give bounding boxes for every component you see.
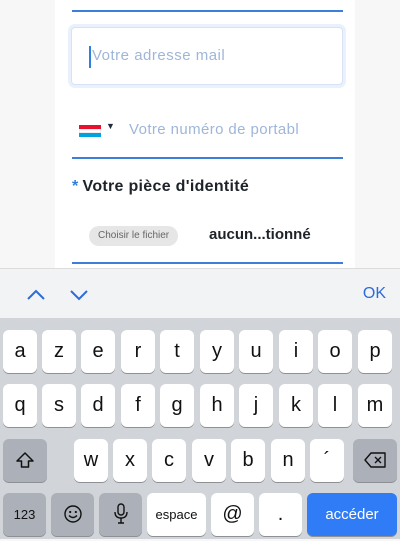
- key-j[interactable]: j: [239, 384, 273, 427]
- web-page: Votre adresse mail ▼ Votre numéro de por…: [0, 0, 400, 268]
- emoji-icon: [63, 505, 82, 523]
- key-t[interactable]: t: [160, 330, 194, 373]
- shift-icon: [16, 452, 34, 468]
- id-document-label-text: Votre pièce d'identité: [82, 178, 250, 195]
- key-h[interactable]: h: [200, 384, 234, 427]
- key-f[interactable]: f: [121, 384, 155, 427]
- microphone-icon: [113, 503, 128, 524]
- key-a[interactable]: a: [3, 330, 37, 373]
- done-button[interactable]: OK: [363, 285, 386, 303]
- at-key[interactable]: @: [211, 493, 254, 536]
- emoji-key[interactable]: [51, 493, 94, 536]
- key-v[interactable]: v: [192, 439, 226, 482]
- dot-key[interactable]: .: [259, 493, 302, 536]
- key-g[interactable]: g: [160, 384, 194, 427]
- go-key[interactable]: accéder: [307, 493, 397, 536]
- key-p[interactable]: p: [358, 330, 392, 373]
- file-status-text: aucun...tionné: [209, 226, 311, 243]
- on-screen-keyboard: a z e r t y u i o p q s d f g h j k l m …: [0, 318, 400, 539]
- text-cursor: [89, 46, 91, 68]
- phone-field[interactable]: Votre numéro de portabl: [129, 121, 299, 138]
- key-u[interactable]: u: [239, 330, 273, 373]
- key-n[interactable]: n: [271, 439, 305, 482]
- country-dropdown-icon[interactable]: ▼: [106, 121, 115, 131]
- chevron-up-icon[interactable]: [24, 283, 48, 307]
- backspace-icon: [364, 452, 386, 468]
- key-l[interactable]: l: [318, 384, 352, 427]
- space-key[interactable]: espace: [147, 493, 206, 536]
- key-x[interactable]: x: [113, 439, 147, 482]
- key-d[interactable]: d: [81, 384, 115, 427]
- key-s[interactable]: s: [42, 384, 76, 427]
- numbers-key[interactable]: 123: [3, 493, 46, 536]
- key-w[interactable]: w: [74, 439, 108, 482]
- field-divider-top: [72, 10, 343, 12]
- key-e[interactable]: e: [81, 330, 115, 373]
- key-o[interactable]: o: [318, 330, 352, 373]
- key-i[interactable]: i: [279, 330, 313, 373]
- email-placeholder: Votre adresse mail: [92, 47, 226, 64]
- key-m[interactable]: m: [358, 384, 392, 427]
- key-z[interactable]: z: [42, 330, 76, 373]
- flag-luxembourg-icon[interactable]: [79, 125, 101, 137]
- choose-file-button[interactable]: Choisir le fichier: [89, 226, 179, 246]
- delete-key[interactable]: [353, 439, 397, 482]
- key-q[interactable]: q: [3, 384, 37, 427]
- keyboard-toolbar: OK: [0, 268, 400, 319]
- key-b[interactable]: b: [231, 439, 265, 482]
- key-accent[interactable]: ´: [310, 439, 344, 482]
- required-marker: *: [72, 178, 79, 195]
- file-field-underline: [72, 262, 343, 264]
- key-y[interactable]: y: [200, 330, 234, 373]
- dictation-key[interactable]: [99, 493, 142, 536]
- key-k[interactable]: k: [279, 384, 313, 427]
- chevron-down-icon[interactable]: [67, 283, 91, 307]
- phone-field-underline: [72, 157, 343, 159]
- id-document-label: * Votre pièce d'identité: [72, 178, 249, 196]
- shift-key[interactable]: [3, 439, 47, 482]
- email-field[interactable]: Votre adresse mail: [71, 27, 343, 85]
- key-c[interactable]: c: [152, 439, 186, 482]
- key-r[interactable]: r: [121, 330, 155, 373]
